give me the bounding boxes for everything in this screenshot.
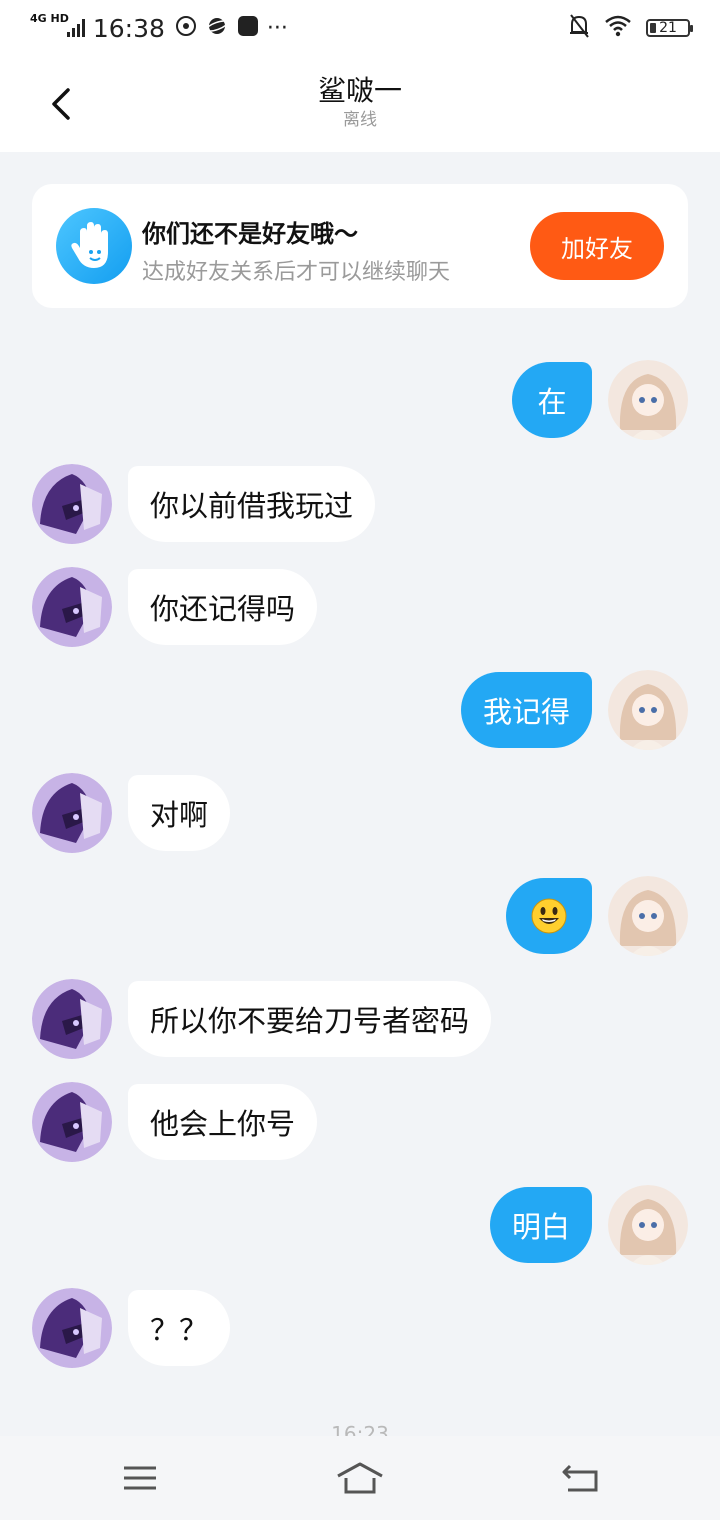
message-bubble[interactable]: 你以前借我玩过 [128, 466, 376, 542]
message-row: 你还记得吗 [0, 567, 720, 647]
banner-title: 你们还不是好友哦～ [142, 220, 358, 248]
contact-avatar[interactable] [32, 567, 112, 647]
message-bubble[interactable]: 我记得 [460, 672, 592, 748]
menu-icon [124, 1466, 156, 1490]
message-row: 对啊 [0, 773, 720, 853]
add-friend-button[interactable]: 加好友 [530, 212, 664, 280]
smiley-emoji-icon [531, 898, 567, 934]
message-row: 你以前借我玩过 [0, 464, 720, 544]
hand-wave-icon [56, 208, 132, 284]
message-bubble[interactable]: 所以你不要给刀号者密码 [128, 981, 492, 1057]
message-row: 所以你不要给刀号者密码 [0, 979, 720, 1059]
my-avatar[interactable] [608, 360, 688, 440]
add-friend-banner: 你们还不是好友哦～ 达成好友关系后才可以继续聊天 加好友 [32, 184, 688, 308]
return-icon [562, 1464, 598, 1492]
my-avatar[interactable] [608, 670, 688, 750]
more-icon: ··· [266, 15, 288, 41]
message-row: 在 [0, 360, 720, 440]
signal-icon [66, 19, 85, 37]
message-bubble[interactable]: ？？ [128, 1290, 231, 1366]
message-row: 明白 [0, 1185, 720, 1265]
message-bubble[interactable]: 在 [512, 362, 592, 438]
system-nav-bar [0, 1436, 720, 1520]
message-row: ？？ [0, 1288, 720, 1368]
contact-avatar[interactable] [32, 1082, 112, 1162]
home-button[interactable] [336, 1458, 384, 1498]
contact-avatar[interactable] [32, 979, 112, 1059]
chat-title: 鲨啵一 [317, 74, 402, 107]
banner-subtitle: 达成好友关系后才可以继续聊天 [142, 260, 451, 285]
message-bubble[interactable]: 对啊 [128, 775, 231, 851]
status-bar: 4G HD 16:38 ··· 21 [0, 0, 720, 56]
emoji-message-bubble[interactable] [506, 878, 592, 954]
online-status: 离线 [343, 110, 377, 130]
network-type: 4G HD [30, 11, 69, 25]
status-time: 16:38 [92, 13, 165, 43]
battery-level: 21 [659, 20, 677, 36]
message-row: 他会上你号 [0, 1082, 720, 1162]
contact-avatar[interactable] [32, 773, 112, 853]
app-icon [237, 15, 259, 41]
menu-button[interactable] [116, 1458, 164, 1498]
contact-avatar[interactable] [32, 1288, 112, 1368]
mute-icon [568, 13, 590, 43]
my-avatar[interactable] [608, 876, 688, 956]
my-avatar[interactable] [608, 1185, 688, 1265]
message-bubble[interactable]: 他会上你号 [128, 1084, 318, 1160]
back-nav-button[interactable] [556, 1458, 604, 1498]
wifi-icon [604, 15, 632, 41]
message-bubble[interactable]: 明白 [489, 1187, 592, 1263]
planet-icon [205, 15, 229, 41]
battery-icon: 21 [646, 19, 693, 37]
message-timestamp: 16:23 [331, 1422, 389, 1436]
home-icon [337, 1462, 383, 1494]
music-icon [175, 15, 197, 41]
message-row: 我记得 [0, 670, 720, 750]
message-row [0, 876, 720, 956]
contact-avatar[interactable] [32, 464, 112, 544]
chat-header: 鲨啵一 离线 [0, 56, 720, 152]
message-bubble[interactable]: 你还记得吗 [128, 569, 318, 645]
